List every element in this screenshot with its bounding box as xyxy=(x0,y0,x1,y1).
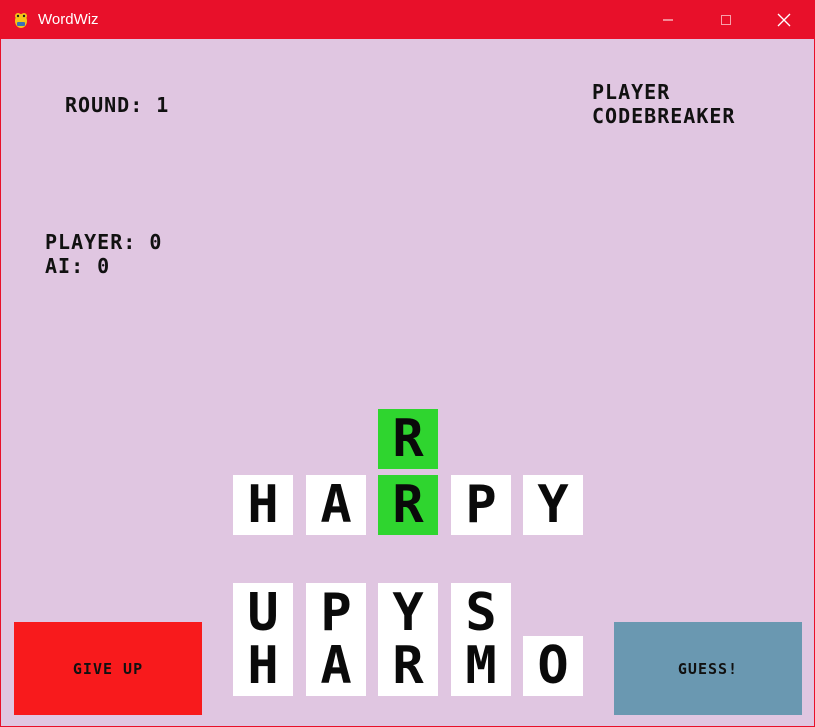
maximize-icon xyxy=(721,15,731,25)
game-window: WordWiz ROUND: 1 PLAYER CODEBREAKER PLAY… xyxy=(0,0,815,727)
close-button[interactable] xyxy=(755,1,813,39)
round-label: ROUND: 1 xyxy=(65,93,170,117)
guess-tile-4: P xyxy=(451,475,511,535)
bank-tile[interactable]: P xyxy=(306,583,366,643)
guess-tile-1: H xyxy=(233,475,293,535)
title-bar[interactable]: WordWiz xyxy=(1,1,814,39)
python-snake-icon xyxy=(12,10,30,30)
guess-tile-2: A xyxy=(306,475,366,535)
close-icon xyxy=(777,13,791,27)
bank-tile[interactable]: M xyxy=(451,636,511,696)
minimize-icon xyxy=(663,19,673,21)
guess-tile-5: Y xyxy=(523,475,583,535)
bank-tile[interactable]: Y xyxy=(378,583,438,643)
window-title: WordWiz xyxy=(38,11,99,28)
bank-tile[interactable]: S xyxy=(451,583,511,643)
guess-tile-3: R xyxy=(378,475,438,535)
bank-tile[interactable]: H xyxy=(233,636,293,696)
role-label-player: PLAYER xyxy=(592,80,671,104)
player-score: PLAYER: 0 xyxy=(45,230,163,254)
ai-score: AI: 0 xyxy=(45,254,111,278)
bank-tile[interactable]: U xyxy=(233,583,293,643)
give-up-button[interactable]: GIVE UP xyxy=(14,622,202,715)
bank-tile[interactable]: O xyxy=(523,636,583,696)
guess-button[interactable]: GUESS! xyxy=(614,622,802,715)
hint-tile: R xyxy=(378,409,438,469)
minimize-button[interactable] xyxy=(639,1,697,39)
bank-tile[interactable]: R xyxy=(378,636,438,696)
maximize-button[interactable] xyxy=(697,1,755,39)
game-canvas: ROUND: 1 PLAYER CODEBREAKER PLAYER: 0 AI… xyxy=(1,39,814,726)
bank-tile[interactable]: A xyxy=(306,636,366,696)
role-label-codebreaker: CODEBREAKER xyxy=(592,104,736,128)
